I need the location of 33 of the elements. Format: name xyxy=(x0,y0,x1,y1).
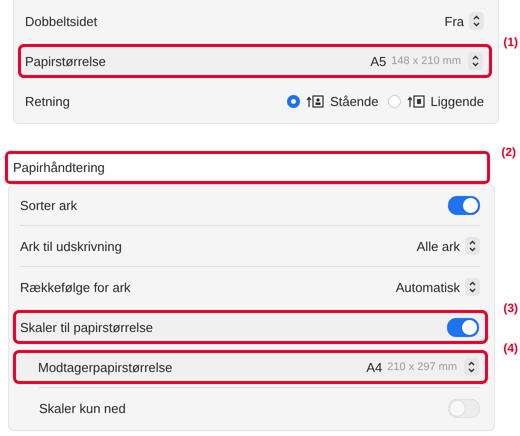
row-label: Dobbeltsidet xyxy=(25,14,98,28)
callout-label: (3) xyxy=(503,301,518,315)
radio-button[interactable] xyxy=(287,94,300,108)
callout-label: (2) xyxy=(501,145,516,159)
row-label: Retning xyxy=(25,94,70,108)
stepper-icon[interactable] xyxy=(464,358,479,376)
section-title: Papirhåndtering xyxy=(13,160,105,175)
row-label: Sorter ark xyxy=(20,198,78,212)
radio-label: Liggende xyxy=(430,94,484,108)
stepper-icon[interactable] xyxy=(465,278,480,296)
popup-value: Alle ark xyxy=(416,238,460,254)
popup-value: Automatisk xyxy=(396,280,460,294)
row-label: Rækkefølge for ark xyxy=(20,280,131,294)
popup-value: A5 xyxy=(370,54,386,68)
toggle-switch[interactable] xyxy=(448,196,480,214)
row-label: Skaler til papirstørrelse xyxy=(20,320,153,334)
row-label: Skaler kun ned xyxy=(39,400,126,416)
popup-value: Fra xyxy=(444,14,464,28)
stepper-icon[interactable] xyxy=(468,52,483,70)
toggle-switch[interactable] xyxy=(447,318,479,336)
row-label: Papirstørrelse xyxy=(25,54,106,68)
callout-label: (4) xyxy=(503,341,518,355)
callout-label: (1) xyxy=(503,35,518,49)
stepper-icon[interactable] xyxy=(465,237,480,255)
radio-label: Stående xyxy=(330,94,378,108)
row-label: Ark til udskrivning xyxy=(20,238,122,254)
size-detail: 148 x 210 mm xyxy=(391,55,461,67)
size-detail: 210 x 297 mm xyxy=(387,361,457,373)
arrow-page-bar-icon xyxy=(406,94,424,108)
row-label: Modtagerpapirstørrelse xyxy=(38,360,172,374)
popup-value: A4 xyxy=(366,360,382,374)
stepper-icon[interactable] xyxy=(469,12,484,30)
arrow-page-person-icon xyxy=(306,94,324,108)
